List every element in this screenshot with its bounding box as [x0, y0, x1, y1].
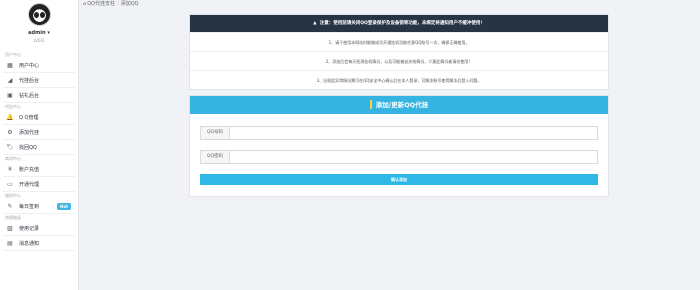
hot-badge: Hot — [56, 203, 71, 210]
nav-section-title: 福利中心 — [5, 193, 21, 198]
gear-icon: ⚙ — [7, 128, 13, 136]
sidebar-item-label: 账户充值 — [19, 166, 40, 173]
sidebar-item[interactable]: ¥ 账户充值 — [0, 162, 78, 176]
breadcrumb-separator: / — [117, 1, 119, 7]
id-card-icon: ▭ — [7, 180, 13, 188]
main-content: ▲ 注意：使用前请关闭QQ登录保护及设备锁等功能，未绑定将通知用户不缓冲使用！ … — [189, 14, 609, 197]
add-qq-form: 添加/更新QQ代挂 QQ号码 QQ密码 确认添加 — [189, 95, 609, 197]
sidebar-item-label: Q Q管理 — [19, 114, 39, 121]
nav-section-title: 快捷链接 — [5, 215, 21, 220]
breadcrumb: ⌂QQ代挂支柱 / 添加QQ — [80, 0, 700, 8]
sidebar-item[interactable]: 🔔 Q Q管理 — [0, 110, 78, 124]
gift-icon: ▣ — [7, 91, 13, 99]
sidebar: admin ▾ LV0/2 用户中心 ▦ 用户中心 ◢ 代挂后台 ▣ 钻礼后台 代挂中心 🔔 Q … — [0, 0, 79, 290]
nav-section-title: 商用中心 — [5, 156, 21, 161]
divider — [3, 250, 75, 251]
yen-icon: ¥ — [8, 165, 12, 173]
notice-row: 2、添加后会每天检测挂机情况，以及可能被迫冻结情况，介意此情况者请勿使用！ — [190, 51, 608, 70]
grid-icon: ▦ — [7, 61, 13, 69]
qq-number-label: QQ号码 — [200, 126, 230, 140]
notice-card: ▲ 注意：使用前请关闭QQ登录保护及设备锁等功能，未绑定将通知用户不缓冲使用！ … — [189, 14, 609, 90]
qq-password-field: QQ密码 — [200, 150, 598, 164]
notice-head: ▲ 注意：使用前请关闭QQ登录保护及设备锁等功能，未绑定将通知用户不缓冲使用！ — [190, 15, 608, 32]
sidebar-item[interactable]: ▣ 钻礼后台 — [0, 88, 78, 102]
user-name[interactable]: admin ▾ — [0, 30, 78, 36]
chart-icon: ◢ — [7, 76, 13, 84]
qq-password-label: QQ密码 — [200, 150, 230, 164]
sidebar-item[interactable]: ⚙ 添加代挂 — [0, 125, 78, 139]
sidebar-item-label: 每日签到 — [19, 203, 40, 210]
qq-number-field: QQ号码 — [200, 126, 598, 140]
notice-row: 3、出现此异常情况需可在QQ安全中心确认后在本人登录，可解冻账号使用解冻后登入问… — [190, 70, 608, 89]
avatar[interactable] — [27, 3, 51, 26]
confirm-add-button[interactable]: 确认添加 — [200, 174, 598, 185]
home-icon: ⌂ — [83, 1, 87, 7]
sidebar-item-label: 添加代挂 — [19, 129, 40, 136]
sidebar-item-label: 消息通知 — [19, 240, 40, 247]
sidebar-item[interactable]: 🏷 找回QQ — [0, 140, 78, 154]
sidebar-item-label: 用户中心 — [19, 62, 40, 69]
nav-section-title: 代挂中心 — [5, 104, 21, 109]
sidebar-item[interactable]: ▦ 用户中心 — [0, 58, 78, 72]
notice-head-text: 注意：使用前请关闭QQ登录保护及设备锁等功能，未绑定将通知用户不缓冲使用！ — [319, 21, 485, 26]
tag-icon: 🏷 — [6, 143, 14, 151]
sidebar-item[interactable]: ▤ 消息通知 — [0, 236, 78, 250]
pencil-icon: ✎ — [7, 202, 13, 210]
sidebar-item[interactable]: ✎ 每日签到 Hot — [0, 199, 78, 213]
notice-row: 1、请于使用本网站时能够成功开通挂机功能任意QQ账号一次，确保正确使用。 — [190, 32, 608, 51]
sidebar-item-label: 找回QQ — [19, 144, 37, 151]
breadcrumb-parent[interactable]: QQ代挂支柱 — [87, 1, 115, 7]
warning-icon: ▲ — [313, 21, 317, 26]
title-accent-bar — [369, 99, 372, 109]
nav-section-title: 用户中心 — [5, 52, 21, 57]
sidebar-item-label: 使用记录 — [19, 225, 40, 232]
bell-icon: 🔔 — [6, 113, 14, 121]
qq-number-input[interactable] — [230, 126, 598, 140]
sidebar-item-label: 钻礼后台 — [19, 92, 40, 99]
breadcrumb-current: 添加QQ — [120, 1, 139, 7]
sidebar-item[interactable]: ◢ 代挂后台 — [0, 73, 78, 87]
qq-password-input[interactable] — [230, 150, 598, 164]
sidebar-item-label: 开通代理 — [19, 181, 40, 188]
sidebar-item-label: 代挂后台 — [19, 77, 40, 84]
log-icon: ▤ — [7, 239, 13, 247]
form-title: 添加/更新QQ代挂 — [190, 96, 608, 114]
image-icon: ▨ — [7, 224, 13, 232]
sidebar-item[interactable]: ▨ 使用记录 — [0, 221, 78, 235]
sidebar-item[interactable]: ▭ 开通代理 — [0, 177, 78, 191]
